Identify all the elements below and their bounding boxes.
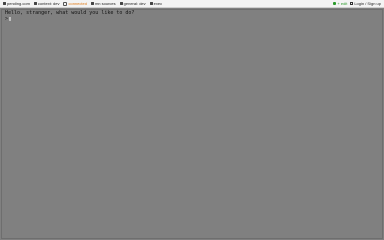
console-frame (1, 9, 383, 239)
tab-exec[interactable]: exec (149, 1, 163, 6)
top-tabs: pending.com context: dev connected mn so… (0, 0, 162, 7)
top-right-tools: + edit Login / Sign up (333, 0, 384, 7)
edit-status-label: + edit (337, 1, 348, 6)
status-icon (333, 2, 337, 5)
tab-general[interactable]: general: dev (119, 1, 146, 6)
tab-context[interactable]: context: dev (33, 1, 60, 6)
box-icon (3, 2, 6, 5)
tab-label: general: dev (123, 1, 146, 6)
tab-label: exec (153, 1, 163, 6)
tab-pending[interactable]: pending.com (3, 1, 30, 6)
tab-connected[interactable]: connected (63, 1, 87, 6)
box-icon (90, 2, 94, 5)
top-bar: pending.com context: dev connected mn so… (0, 0, 384, 8)
box-icon (33, 2, 37, 5)
box-icon (149, 2, 153, 5)
console[interactable]: Hello, stranger, what would you like to … (5, 10, 134, 22)
tab-label: context: dev (37, 1, 60, 6)
circle-icon (63, 1, 68, 6)
tab-label: pending.com (7, 1, 30, 6)
tab-label: connected (68, 1, 87, 6)
box-icon (119, 2, 123, 5)
login-button[interactable]: Login / Sign up (350, 1, 381, 6)
edit-status-button[interactable]: + edit (333, 1, 347, 6)
tab-sources[interactable]: mn sources (90, 1, 116, 6)
tab-label: mn sources (94, 1, 116, 6)
console-prompt-line[interactable]: > (5, 16, 134, 22)
prompt-caret: > (5, 16, 9, 22)
console-greeting: Hello, stranger, what would you like to … (5, 10, 135, 16)
user-icon (350, 2, 354, 5)
text-cursor (9, 17, 12, 21)
login-label: Login / Sign up (354, 1, 381, 6)
